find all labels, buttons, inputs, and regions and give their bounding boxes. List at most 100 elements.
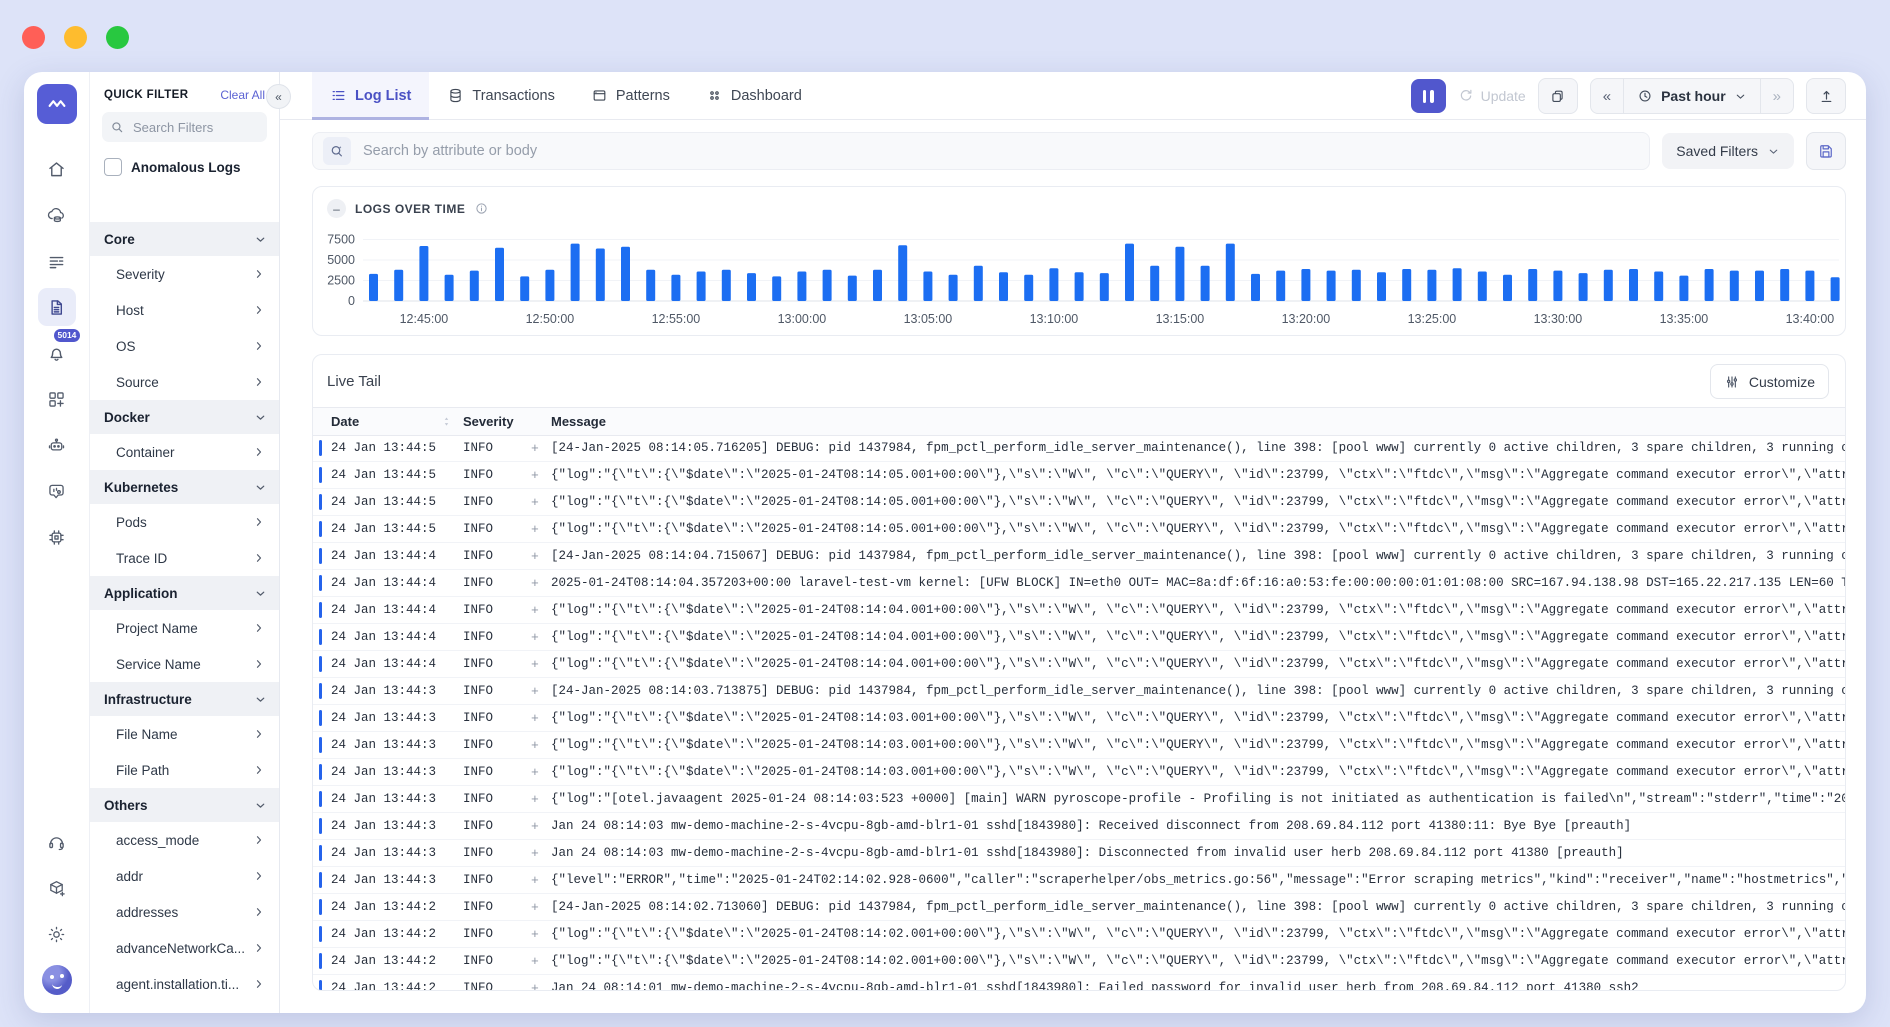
sidebar-item-settings[interactable] <box>38 915 76 953</box>
sidebar-item-processes[interactable] <box>38 518 76 556</box>
expand-log-button[interactable]: + <box>531 603 551 618</box>
log-row[interactable]: 24 Jan 13:44:3INFO+Jan 24 08:14:03 mw-de… <box>313 840 1845 867</box>
time-back-button[interactable]: « <box>1591 79 1623 113</box>
copy-button[interactable] <box>1538 78 1578 114</box>
expand-log-button[interactable]: + <box>531 495 551 510</box>
expand-log-button[interactable]: + <box>531 657 551 672</box>
expand-log-button[interactable]: + <box>531 522 551 537</box>
filter-item-project-name[interactable]: Project Name <box>90 610 279 646</box>
log-search-box[interactable] <box>312 132 1650 170</box>
clear-all-link[interactable]: Clear All <box>220 88 265 102</box>
expand-log-button[interactable]: + <box>531 900 551 915</box>
update-button[interactable]: Update <box>1458 88 1526 104</box>
sidebar-item-infrastructure[interactable] <box>38 196 76 234</box>
save-filter-button[interactable] <box>1806 132 1846 170</box>
filter-item-service-name[interactable]: Service Name <box>90 646 279 682</box>
filter-item-trace-id[interactable]: Trace ID <box>90 540 279 576</box>
app-logo[interactable] <box>37 84 77 124</box>
log-row[interactable]: 24 Jan 13:44:2INFO+{"log":"{\"t\":{\"$da… <box>313 921 1845 948</box>
filter-item-addresses[interactable]: addresses <box>90 894 279 930</box>
filter-group-kubernetes[interactable]: Kubernetes <box>90 470 279 504</box>
anomalous-logs-checkbox[interactable] <box>104 158 122 176</box>
filter-item-os[interactable]: OS <box>90 328 279 364</box>
log-row[interactable]: 24 Jan 13:44:2INFO+{"log":"{\"t\":{\"$da… <box>313 948 1845 975</box>
filter-item-agentversion[interactable]: AgentVersion <box>90 1002 279 1013</box>
log-row[interactable]: 24 Jan 13:44:2INFO+Jan 24 08:14:01 mw-de… <box>313 975 1845 990</box>
filter-group-docker[interactable]: Docker <box>90 400 279 434</box>
log-row[interactable]: 24 Jan 13:44:4INFO+{"log":"{\"t\":{\"$da… <box>313 624 1845 651</box>
filter-item-host[interactable]: Host <box>90 292 279 328</box>
log-row[interactable]: 24 Jan 13:44:2INFO+[24-Jan-2025 08:14:02… <box>313 894 1845 921</box>
anomalous-logs-toggle[interactable]: Anomalous Logs <box>90 152 279 188</box>
expand-log-button[interactable]: + <box>531 441 551 456</box>
filter-item-advancenetworkca[interactable]: advanceNetworkCa... <box>90 930 279 966</box>
log-row[interactable]: 24 Jan 13:44:5INFO+{"log":"{\"t\":{\"$da… <box>313 489 1845 516</box>
filter-search-box[interactable] <box>102 112 267 142</box>
customize-button[interactable]: Customize <box>1710 364 1829 399</box>
expand-log-button[interactable]: + <box>531 468 551 483</box>
filter-item-pods[interactable]: Pods <box>90 504 279 540</box>
expand-log-button[interactable]: + <box>531 765 551 780</box>
log-row[interactable]: 24 Jan 13:44:4INFO+[24-Jan-2025 08:14:04… <box>313 543 1845 570</box>
log-row[interactable]: 24 Jan 13:44:3INFO+{"log":"{\"t\":{\"$da… <box>313 759 1845 786</box>
sidebar-item-integrations[interactable] <box>38 380 76 418</box>
sidebar-item-alerts[interactable]: 5014 <box>38 334 76 372</box>
chart-collapse-button[interactable]: – <box>327 199 346 218</box>
time-range-selector[interactable]: Past hour <box>1623 79 1761 113</box>
logs-over-time-chart[interactable]: 025005000750012:45:0012:50:0012:55:0013:… <box>319 225 1841 335</box>
tab-log-list[interactable]: Log List <box>312 72 429 119</box>
log-row[interactable]: 24 Jan 13:44:5INFO+{"log":"{\"t\":{\"$da… <box>313 462 1845 489</box>
expand-log-button[interactable]: + <box>531 819 551 834</box>
expand-log-button[interactable]: + <box>531 792 551 807</box>
log-row[interactable]: 24 Jan 13:44:3INFO+{"level":"ERROR","tim… <box>313 867 1845 894</box>
saved-filters-button[interactable]: Saved Filters <box>1662 133 1794 169</box>
log-row[interactable]: 24 Jan 13:44:5INFO+{"log":"{\"t\":{\"$da… <box>313 516 1845 543</box>
log-row[interactable]: 24 Jan 13:44:5INFO+[24-Jan-2025 08:14:05… <box>313 435 1845 462</box>
expand-log-button[interactable]: + <box>531 954 551 969</box>
tab-dashboard[interactable]: Dashboard <box>688 72 820 119</box>
expand-log-button[interactable]: + <box>531 684 551 699</box>
log-search-input[interactable] <box>361 142 1639 160</box>
log-row[interactable]: 24 Jan 13:44:4INFO+{"log":"{\"t\":{\"$da… <box>313 651 1845 678</box>
time-forward-button[interactable]: » <box>1761 79 1793 113</box>
export-button[interactable] <box>1806 78 1846 114</box>
sidebar-item-profile[interactable] <box>38 961 76 999</box>
pause-live-tail-button[interactable] <box>1411 79 1446 113</box>
column-header-message[interactable]: Message <box>551 414 1845 429</box>
filter-item-severity[interactable]: Severity <box>90 256 279 292</box>
tab-patterns[interactable]: Patterns <box>573 72 688 119</box>
log-row[interactable]: 24 Jan 13:44:4INFO+2025-01-24T08:14:04.3… <box>313 570 1845 597</box>
log-row[interactable]: 24 Jan 13:44:3INFO+[24-Jan-2025 08:14:03… <box>313 678 1845 705</box>
expand-log-button[interactable]: + <box>531 549 551 564</box>
filter-group-infrastructure[interactable]: Infrastructure <box>90 682 279 716</box>
window-minimize-button[interactable] <box>64 26 87 49</box>
filter-group-others[interactable]: Others <box>90 788 279 822</box>
expand-log-button[interactable]: + <box>531 576 551 591</box>
filter-item-addr[interactable]: addr <box>90 858 279 894</box>
expand-log-button[interactable]: + <box>531 630 551 645</box>
filter-group-application[interactable]: Application <box>90 576 279 610</box>
expand-log-button[interactable]: + <box>531 846 551 861</box>
expand-log-button[interactable]: + <box>531 711 551 726</box>
log-row[interactable]: 24 Jan 13:44:4INFO+{"log":"{\"t\":{\"$da… <box>313 597 1845 624</box>
sidebar-item-home[interactable] <box>38 150 76 188</box>
log-row[interactable]: 24 Jan 13:44:3INFO+{"log":"{\"t\":{\"$da… <box>313 732 1845 759</box>
sidebar-item-logs[interactable] <box>38 288 76 326</box>
log-row[interactable]: 24 Jan 13:44:3INFO+{"log":"{\"t\":{\"$da… <box>313 705 1845 732</box>
expand-log-button[interactable]: + <box>531 738 551 753</box>
filter-item-container[interactable]: Container <box>90 434 279 470</box>
expand-log-button[interactable]: + <box>531 927 551 942</box>
filter-item-file-path[interactable]: File Path <box>90 752 279 788</box>
sidebar-item-releases[interactable] <box>38 869 76 907</box>
sort-icon[interactable] <box>440 415 453 428</box>
filter-item-file-name[interactable]: File Name <box>90 716 279 752</box>
log-row[interactable]: 24 Jan 13:44:3INFO+Jan 24 08:14:03 mw-de… <box>313 813 1845 840</box>
filter-item-access-mode[interactable]: access_mode <box>90 822 279 858</box>
sidebar-item-support[interactable] <box>38 823 76 861</box>
expand-log-button[interactable]: + <box>531 873 551 888</box>
sidebar-item-traces[interactable] <box>38 242 76 280</box>
column-header-date[interactable]: Date <box>331 414 359 429</box>
log-row[interactable]: 24 Jan 13:44:3INFO+{"log":"[otel.javaage… <box>313 786 1845 813</box>
sidebar-item-ai-assistant[interactable] <box>38 426 76 464</box>
filter-group-core[interactable]: Core <box>90 222 279 256</box>
